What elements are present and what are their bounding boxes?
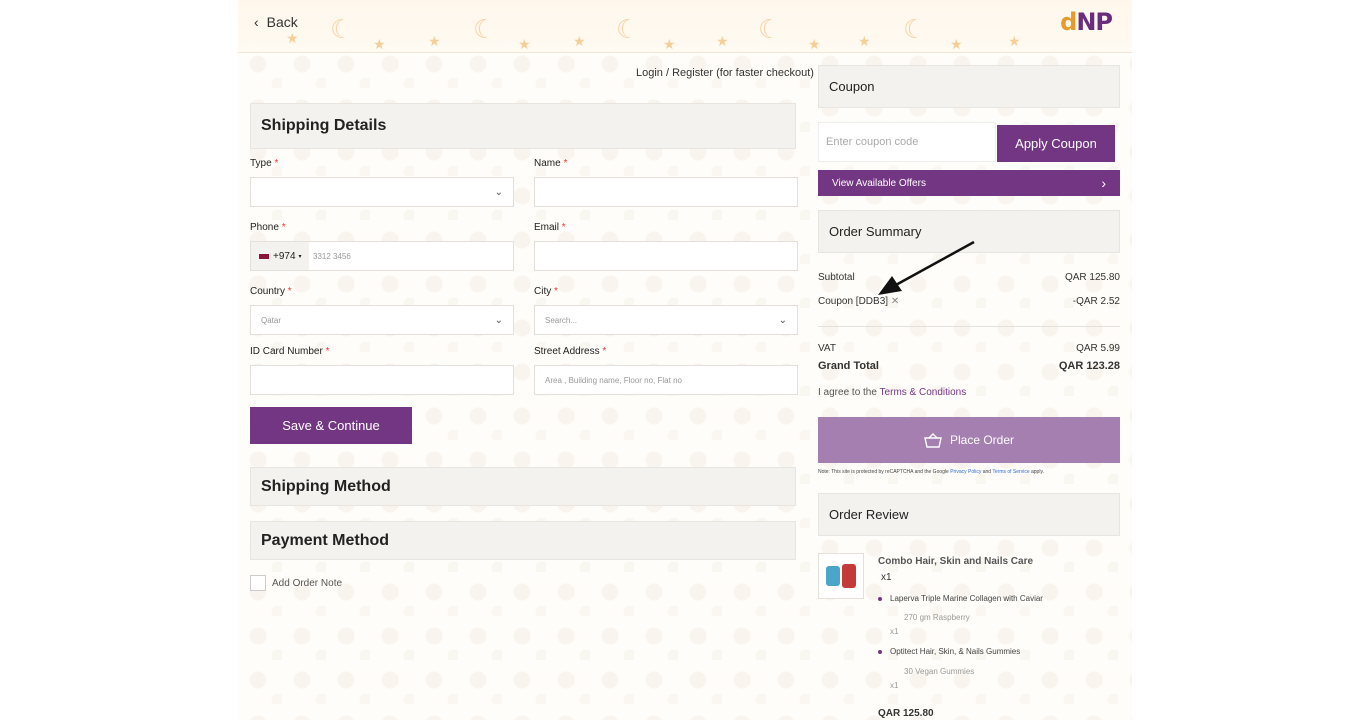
product-thumbnail[interactable]: [818, 553, 864, 599]
order-note-checkbox[interactable]: [250, 575, 266, 591]
shipping-method-title: Shipping Method: [261, 477, 391, 495]
star-decoration: ★: [373, 36, 386, 52]
save-continue-button[interactable]: Save & Continue: [250, 407, 412, 444]
star-decoration: ★: [716, 33, 729, 49]
chevron-down-icon: ⌄: [778, 315, 787, 326]
name-label: Name *: [534, 158, 568, 169]
name-input[interactable]: [534, 177, 798, 207]
id-card-label: ID Card Number *: [250, 346, 330, 357]
country-code-selector[interactable]: +974 ▾: [251, 242, 309, 270]
country-label: Country *: [250, 286, 292, 297]
street-address-label: Street Address *: [534, 346, 607, 357]
order-review-header: Order Review: [818, 493, 1120, 536]
product-jar-image: [826, 566, 840, 586]
shipping-details-header[interactable]: Shipping Details: [250, 103, 796, 149]
top-banner: ☾ ★ ★ ☾ ★ ★ ☾ ★ ★ ☾ ★ ★ ☾ ★ ★ ★ ‹ Back d…: [238, 0, 1132, 53]
order-note-label: Add Order Note: [272, 577, 343, 589]
crescent-decoration: ☾: [903, 14, 927, 44]
city-label: City *: [534, 286, 558, 297]
chevron-left-icon: ‹: [254, 14, 259, 30]
star-decoration: ★: [663, 36, 676, 52]
city-select[interactable]: Search... ⌄: [534, 305, 798, 335]
qatar-flag-icon: [259, 253, 269, 259]
shipping-method-header[interactable]: Shipping Method: [250, 467, 796, 506]
back-label: Back: [266, 14, 298, 30]
payment-method-title: Payment Method: [261, 531, 390, 549]
crescent-decoration: ☾: [330, 14, 354, 44]
bundle-item-variant: 270 gm Raspberry: [904, 613, 970, 622]
phone-input[interactable]: +974 ▾ 3312 3456: [250, 241, 514, 271]
type-label: Type *: [250, 158, 279, 169]
brand-logo[interactable]: dNP: [1060, 8, 1113, 36]
privacy-policy-link[interactable]: Privacy Policy: [950, 469, 981, 475]
bundle-item-variant: 30 Vegan Gummies: [904, 667, 975, 676]
crescent-decoration: ☾: [616, 14, 640, 44]
bundle-item: Laperva Triple Marine Collagen with Cavi…: [878, 594, 1043, 603]
chevron-right-icon: ›: [1101, 175, 1106, 191]
star-decoration: ★: [518, 36, 531, 52]
annotation-arrow-icon: [878, 240, 975, 295]
back-button[interactable]: ‹ Back: [254, 14, 298, 30]
star-decoration: ★: [808, 36, 821, 52]
product-name[interactable]: Combo Hair, Skin and Nails Care: [878, 556, 1033, 567]
star-decoration: ★: [428, 33, 441, 49]
coupon-input[interactable]: Enter coupon code: [818, 122, 996, 162]
basket-icon: [924, 432, 942, 448]
payment-method-header[interactable]: Payment Method: [250, 521, 796, 560]
product-price: QAR 125.80: [878, 708, 934, 719]
crescent-decoration: ☾: [473, 14, 497, 44]
email-label: Email *: [534, 222, 566, 233]
star-decoration: ★: [286, 30, 299, 46]
bundle-item: Optitect Hair, Skin, & Nails Gummies: [878, 647, 1020, 656]
chevron-down-icon: ⌄: [494, 187, 503, 198]
bullet-icon: [878, 649, 882, 654]
bundle-item-qty: x1: [890, 627, 899, 636]
star-decoration: ★: [858, 33, 871, 49]
order-note-toggle[interactable]: Add Order Note: [250, 575, 342, 591]
bundle-item-qty: x1: [890, 681, 899, 690]
phone-label: Phone *: [250, 222, 286, 233]
coupon-header: Coupon: [818, 65, 1120, 108]
product-bottle-image: [842, 564, 856, 588]
login-register-link[interactable]: Login / Register (for faster checkout): [636, 67, 814, 79]
terms-link[interactable]: Terms & Conditions: [880, 387, 967, 398]
shipping-details-title: Shipping Details: [261, 117, 387, 134]
product-qty: x1: [881, 572, 892, 583]
chevron-down-icon: ⌄: [494, 315, 503, 326]
caret-down-icon: ▾: [298, 253, 302, 260]
apply-coupon-button[interactable]: Apply Coupon: [997, 125, 1115, 162]
summary-divider: [818, 326, 1120, 327]
star-decoration: ★: [950, 36, 963, 52]
grand-total-row: Grand Total QAR 123.28: [818, 360, 1120, 372]
email-input[interactable]: [534, 241, 798, 271]
star-decoration: ★: [573, 33, 586, 49]
star-decoration: ★: [1008, 33, 1021, 49]
street-address-input[interactable]: Area , Building name, Floor no, Flat no: [534, 365, 798, 395]
country-select[interactable]: Qatar ⌄: [250, 305, 514, 335]
vat-row: VAT QAR 5.99: [818, 343, 1120, 354]
terms-agreement: I agree to the Terms & Conditions: [818, 387, 967, 398]
phone-placeholder: 3312 3456: [313, 251, 351, 261]
place-order-button[interactable]: Place Order: [818, 417, 1120, 463]
checkout-page: ☾ ★ ★ ☾ ★ ★ ☾ ★ ★ ☾ ★ ★ ☾ ★ ★ ★ ‹ Back d…: [238, 0, 1132, 720]
terms-of-service-link[interactable]: Terms of Service: [992, 469, 1029, 475]
crescent-decoration: ☾: [758, 14, 782, 44]
type-select[interactable]: ⌄: [250, 177, 514, 207]
id-card-input[interactable]: [250, 365, 514, 395]
bullet-icon: [878, 596, 882, 601]
recaptcha-note: Note: This site is protected by reCAPTCH…: [818, 469, 1044, 475]
view-offers-button[interactable]: View Available Offers ›: [818, 170, 1120, 196]
